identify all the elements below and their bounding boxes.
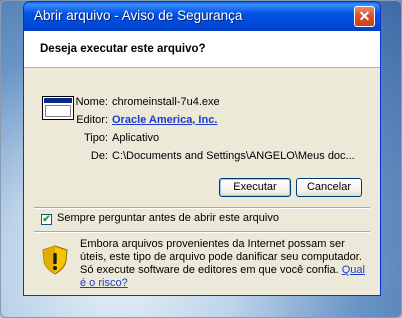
desktop-background-frame: Abrir arquivo - Aviso de Segurança ✕ Des… (0, 0, 402, 318)
dialog-header: Deseja executar este arquivo? (24, 31, 380, 68)
run-button[interactable]: Executar (219, 178, 291, 197)
cancel-button[interactable]: Cancelar (296, 178, 362, 197)
warning-message: Embora arquivos provenientes da Internet… (80, 238, 372, 290)
security-warning-dialog: Abrir arquivo - Aviso de Segurança ✕ Des… (23, 1, 381, 296)
file-name-label: Nome: (75, 96, 108, 108)
from-label: De: (90, 150, 108, 162)
warning-text: Embora arquivos provenientes da Internet… (80, 238, 362, 276)
publisher-label: Editor: (76, 114, 108, 126)
always-ask-checkbox[interactable]: ✔ (41, 214, 52, 225)
security-shield-warning-icon (42, 245, 68, 275)
type-label: Tipo: (83, 132, 108, 144)
divider-top (34, 207, 370, 209)
always-ask-label[interactable]: Sempre perguntar antes de abrir este arq… (57, 212, 279, 224)
type-value: Aplicativo (112, 132, 160, 144)
checkmark-icon: ✔ (42, 214, 51, 225)
publisher-link[interactable]: Oracle America, Inc. (112, 114, 217, 126)
divider-bottom (34, 231, 370, 233)
title-bar[interactable]: Abrir arquivo - Aviso de Segurança ✕ (23, 1, 381, 31)
close-button[interactable]: ✕ (354, 6, 375, 27)
from-value: C:\Documents and Settings\ANGELO\Meus do… (112, 150, 355, 162)
question-heading: Deseja executar este arquivo? (40, 43, 206, 55)
file-name-value: chromeinstall-7u4.exe (112, 96, 220, 108)
close-icon: ✕ (358, 8, 371, 24)
window-title: Abrir arquivo - Aviso de Segurança (34, 8, 243, 23)
